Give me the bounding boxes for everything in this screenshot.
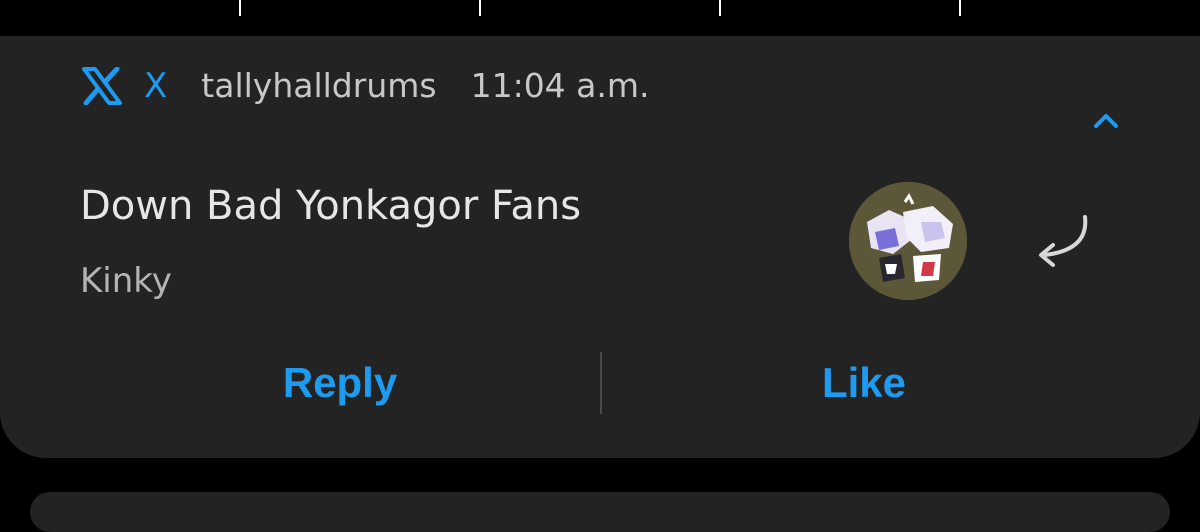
next-notification-card[interactable] (30, 492, 1170, 532)
notification-title: Down Bad Yonkagor Fans (80, 183, 582, 229)
account-name: tallyhalldrums (201, 66, 437, 105)
chevron-up-icon (1094, 114, 1118, 128)
notification-actions: Reply Like (0, 340, 1200, 426)
x-logo-icon (80, 66, 124, 106)
action-divider (600, 352, 602, 414)
top-divider (719, 0, 721, 16)
status-bar-edge (0, 0, 1200, 16)
notification-header: X tallyhalldrums 11:04 a.m. (80, 66, 650, 106)
collapse-button[interactable] (1088, 106, 1124, 134)
quick-reply-button[interactable] (1028, 208, 1098, 274)
app-name: X (144, 66, 168, 106)
like-button[interactable]: Like (604, 340, 1124, 426)
top-divider (479, 0, 481, 16)
top-divider (239, 0, 241, 16)
top-divider (959, 0, 961, 16)
reply-button[interactable]: Reply (80, 340, 600, 426)
avatar (849, 182, 967, 300)
reply-arrow-icon (1039, 215, 1088, 267)
notification-body: Kinky (80, 261, 172, 301)
notification-time: 11:04 a.m. (470, 66, 650, 105)
